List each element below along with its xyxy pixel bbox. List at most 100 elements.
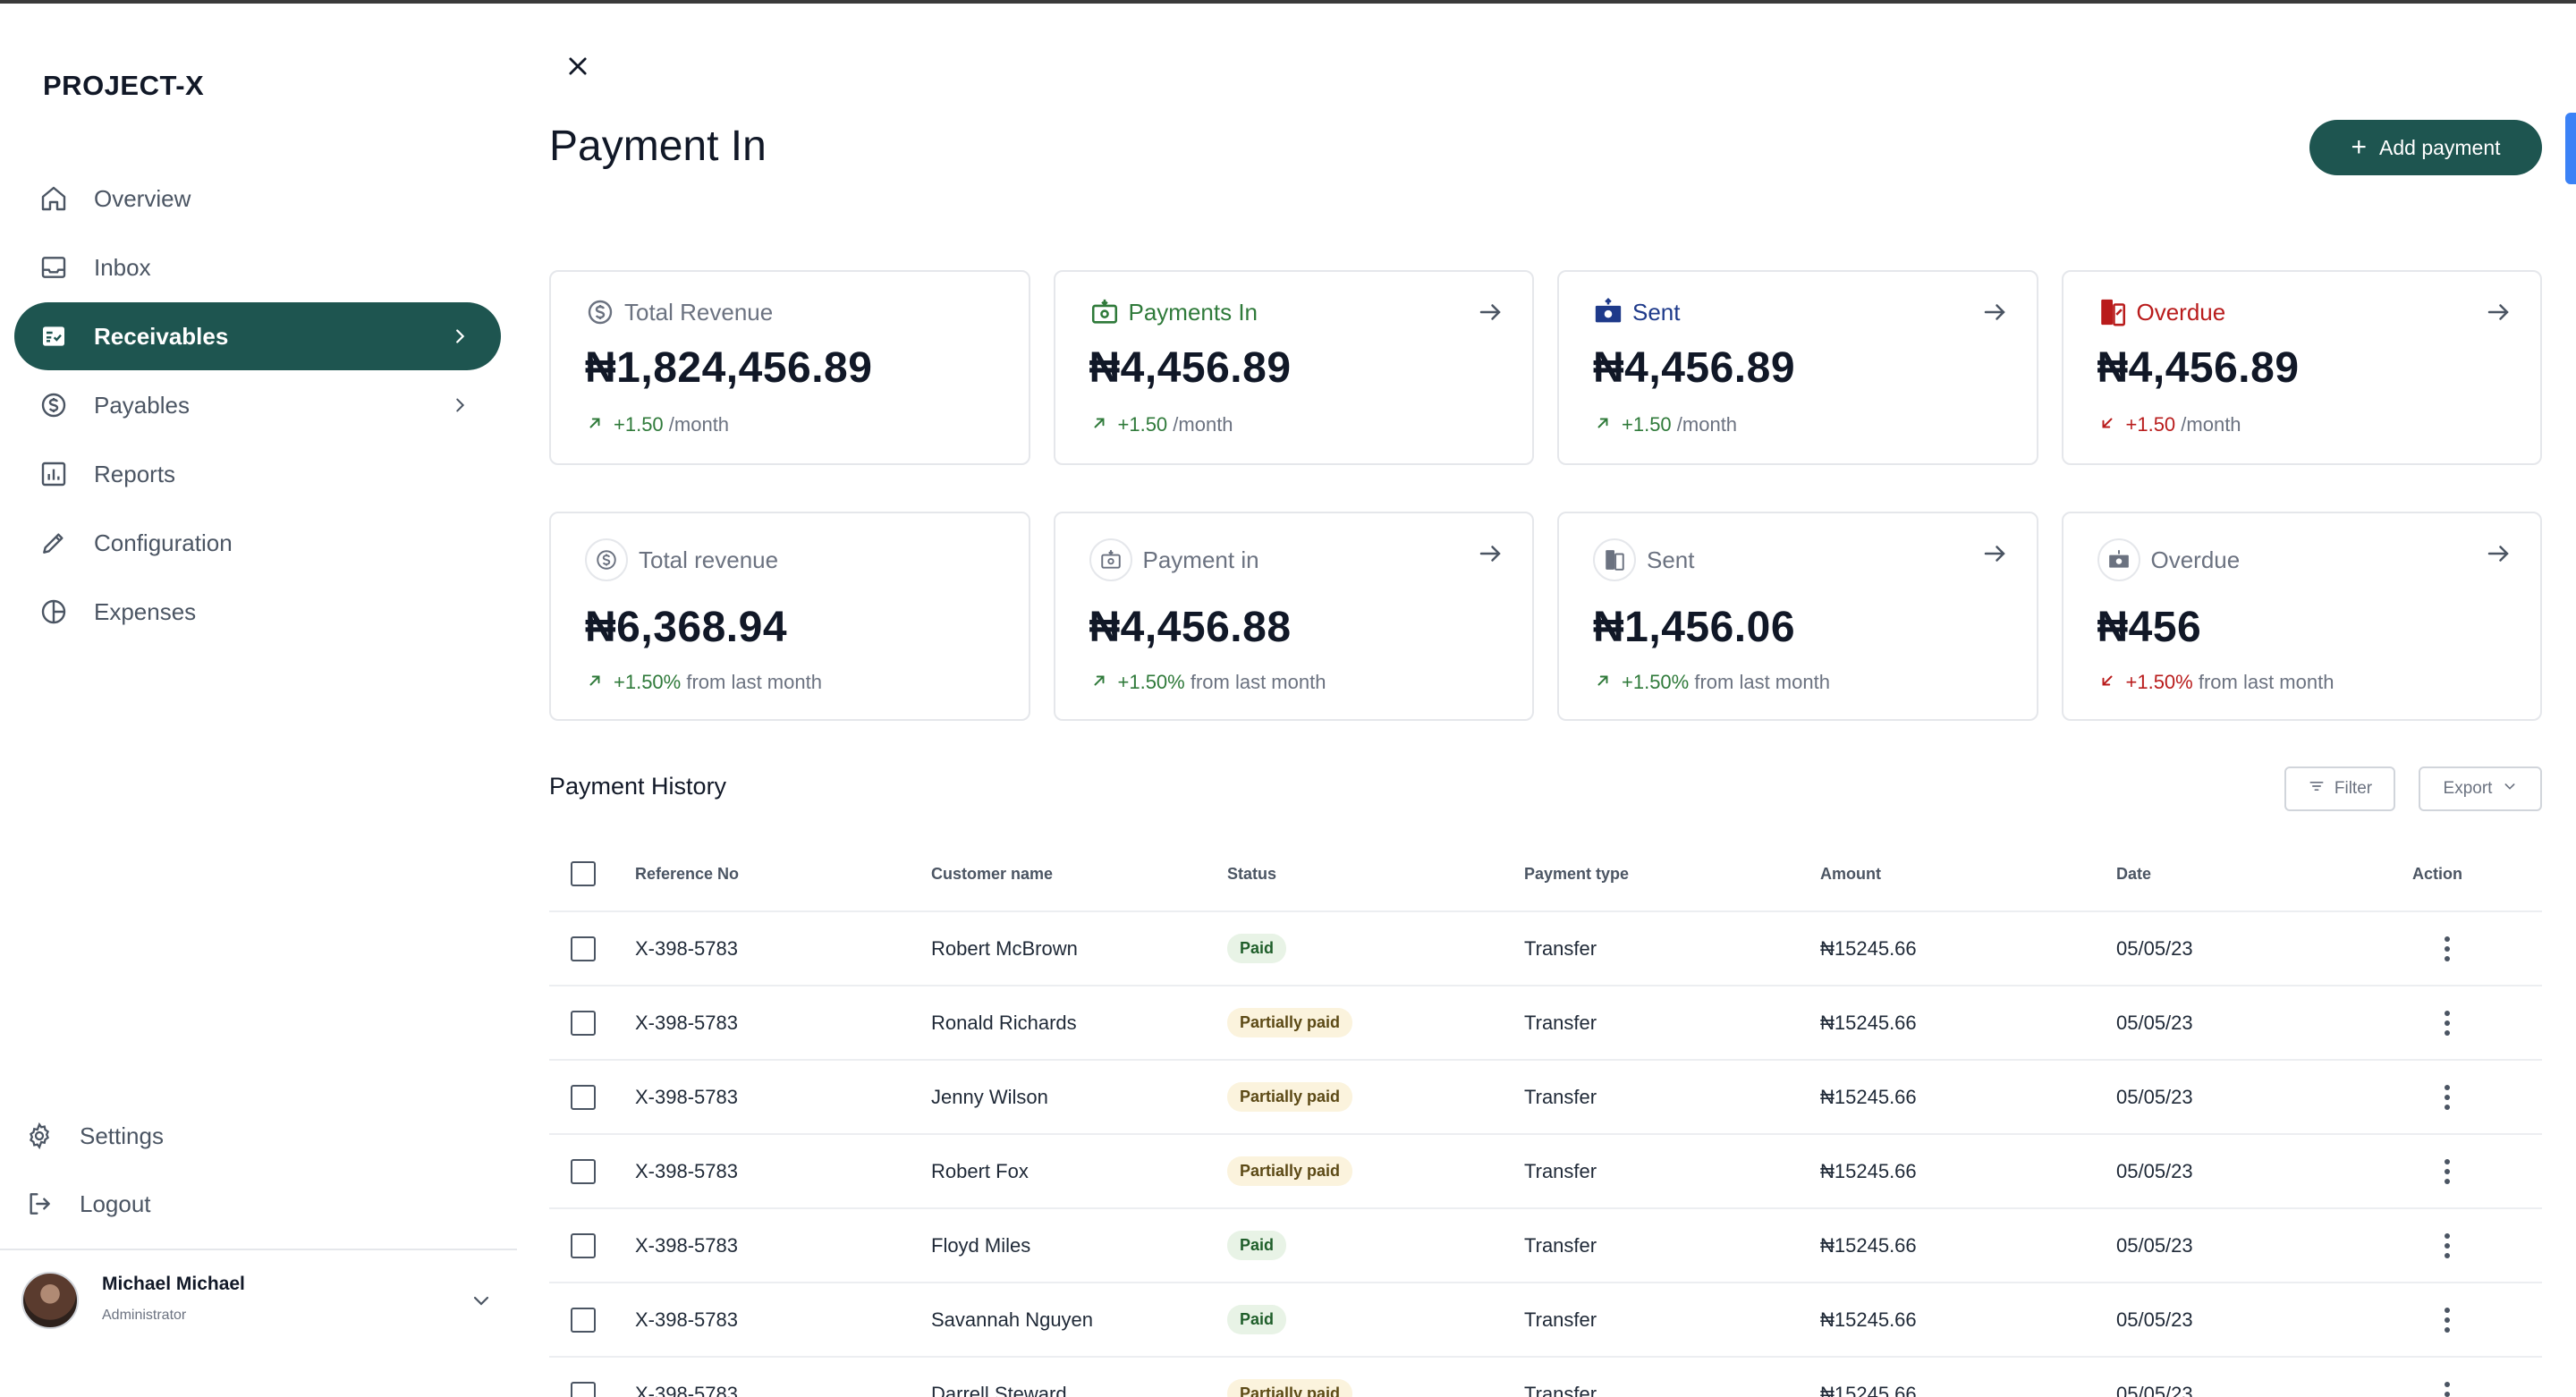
row-checkbox[interactable] [571,1307,596,1333]
sidebar-item-configuration[interactable]: Configuration [14,509,501,577]
change-suffix: from last month [1689,671,1830,693]
dollar-circle-icon [585,297,615,327]
sidebar-item-logout[interactable]: Logout [14,1170,501,1238]
arrow-right-icon[interactable] [1475,538,1505,569]
export-dropdown[interactable]: Export [2419,766,2542,811]
sidebar-item-label: Reports [94,460,176,487]
table-row[interactable]: X-398-5783 Robert McBrown Paid Transfer ₦152… [549,912,2542,986]
dollar-circle-icon [585,538,628,581]
date: 05/05/23 [2116,1159,2193,1182]
close-icon[interactable] [562,50,594,82]
side-panel-tab[interactable] [2565,113,2576,184]
table-row[interactable]: X-398-5783 Floyd Miles Paid Transfer ₦15245.… [549,1209,2542,1283]
payment-history-title: Payment History [549,773,727,800]
table-row[interactable]: X-398-5783 Savannah Nguyen Paid Transfer ₦15… [549,1283,2542,1358]
chevron-down-icon[interactable] [467,1286,496,1315]
sidebar-item-settings[interactable]: Settings [14,1102,501,1170]
row-checkbox[interactable] [571,1084,596,1110]
avatar [21,1272,79,1329]
status-cell: Paid [1227,1283,1287,1356]
more-vertical-icon[interactable] [2445,1158,2450,1184]
amount: ₦15245.66 [1820,1382,1917,1397]
brand-logo: PROJECT-X [43,70,205,101]
change-suffix: /month [1167,413,1233,436]
row-checkbox[interactable] [571,1158,596,1184]
more-vertical-icon[interactable] [2445,936,2450,961]
stat-card-label: Payments In [1128,298,1258,326]
payment-type: Transfer [1524,1085,1597,1108]
customer-name: Darrell Steward [931,1382,1067,1397]
reference-no: X-398-5783 [635,1382,738,1397]
sidebar-item-overview[interactable]: Overview [14,165,501,233]
more-vertical-icon[interactable] [2445,1084,2450,1110]
row-checkbox[interactable] [571,1381,596,1397]
stat-card-payment-in[interactable]: Payment in ₦4,456.88 +1.50% from last mo… [1053,512,1534,721]
table-row[interactable]: X-398-5783 Jenny Wilson Partially paid Tran… [549,1061,2542,1135]
stat-card-label: Payment in [1142,546,1259,573]
more-vertical-icon[interactable] [2445,1232,2450,1258]
amount: ₦15245.66 [1820,1085,1917,1108]
change-value: +1.50% [614,671,682,693]
user-role: Administrator [102,1308,187,1323]
column-header: Payment type [1524,864,1630,883]
sidebar-divider [0,1249,517,1250]
status-cell: Partially paid [1227,1061,1353,1133]
table-body: X-398-5783 Robert McBrown Paid Transfer ₦152… [549,912,2542,1397]
change-suffix: /month [663,413,730,436]
add-payment-button[interactable]: + Add payment [2309,120,2542,175]
sidebar: PROJECT-X Overview Inbox Receivables Pay… [0,4,517,1397]
change-value: +1.50 [1622,413,1672,436]
change-suffix: /month [2175,413,2241,436]
table-row[interactable]: X-398-5783 Robert Fox Partially paid Transf… [549,1135,2542,1209]
date: 05/05/23 [2116,1382,2193,1397]
sidebar-nav: Overview Inbox Receivables Payables Repo… [14,165,501,647]
sidebar-item-expenses[interactable]: Expenses [14,578,501,646]
customer-name: Robert Fox [931,1159,1029,1182]
more-vertical-icon[interactable] [2445,1381,2450,1397]
customer-name: Jenny Wilson [931,1085,1048,1108]
arrow-right-icon[interactable] [2483,297,2513,327]
date: 05/05/23 [2116,1085,2193,1108]
stat-card-sent[interactable]: Sent ₦1,456.06 +1.50% from last month [1557,512,2038,721]
sidebar-item-reports[interactable]: Reports [14,440,501,508]
stat-card-sent[interactable]: Sent ₦4,456.89 +1.50 /month [1557,270,2038,465]
table-row[interactable]: X-398-5783 Ronald Richards Partially paid T… [549,986,2542,1061]
stat-card-value: ₦4,456.89 [1089,344,1292,392]
table-row[interactable]: X-398-5783 Darrell Steward Partially paid T… [549,1358,2542,1397]
stat-card-overdue[interactable]: Overdue ₦4,456.89 +1.50 /month [2061,270,2542,465]
select-all-checkbox[interactable] [571,861,596,886]
user-profile[interactable]: Michael Michael Administrator [21,1268,496,1333]
arrow-right-icon[interactable] [2483,538,2513,569]
stat-card-overdue[interactable]: Overdue ₦456 +1.50% from last month [2061,512,2542,721]
sidebar-item-inbox[interactable]: Inbox [14,233,501,301]
row-checkbox[interactable] [571,936,596,961]
sidebar-item-payables[interactable]: Payables [14,371,501,439]
stat-card-total-revenue: Total Revenue ₦1,824,456.89 +1.50 /month [549,270,1030,465]
stat-card-label: Sent [1632,298,1681,326]
row-actions [2412,912,2450,985]
reference-no: X-398-5783 [635,1308,738,1331]
row-actions [2412,1358,2450,1397]
row-actions [2412,986,2450,1059]
change-value: +1.50 [1117,413,1168,436]
stat-card-payments-in[interactable]: Payments In ₦4,456.89 +1.50 /month [1053,270,1534,465]
arrow-right-icon[interactable] [1475,297,1505,327]
filter-button[interactable]: Filter [2284,766,2395,811]
arrow-right-icon[interactable] [1979,538,2010,569]
reference-no: X-398-5783 [635,1159,738,1182]
row-checkbox[interactable] [571,1232,596,1258]
row-checkbox[interactable] [571,1010,596,1036]
row-actions [2412,1061,2450,1133]
status-badge: Partially paid [1227,1379,1353,1397]
export-label: Export [2443,779,2493,798]
table-header: Reference No Customer name Status Paymen… [549,837,2542,912]
plus-icon: + [2351,132,2367,162]
reference-no: X-398-5783 [635,1011,738,1034]
sidebar-item-receivables[interactable]: Receivables [14,302,501,370]
more-vertical-icon[interactable] [2445,1307,2450,1333]
row-actions [2412,1209,2450,1282]
arrow-right-icon[interactable] [1979,297,2010,327]
page-title: Payment In [549,123,767,170]
column-header: Status [1227,864,1277,883]
more-vertical-icon[interactable] [2445,1010,2450,1036]
